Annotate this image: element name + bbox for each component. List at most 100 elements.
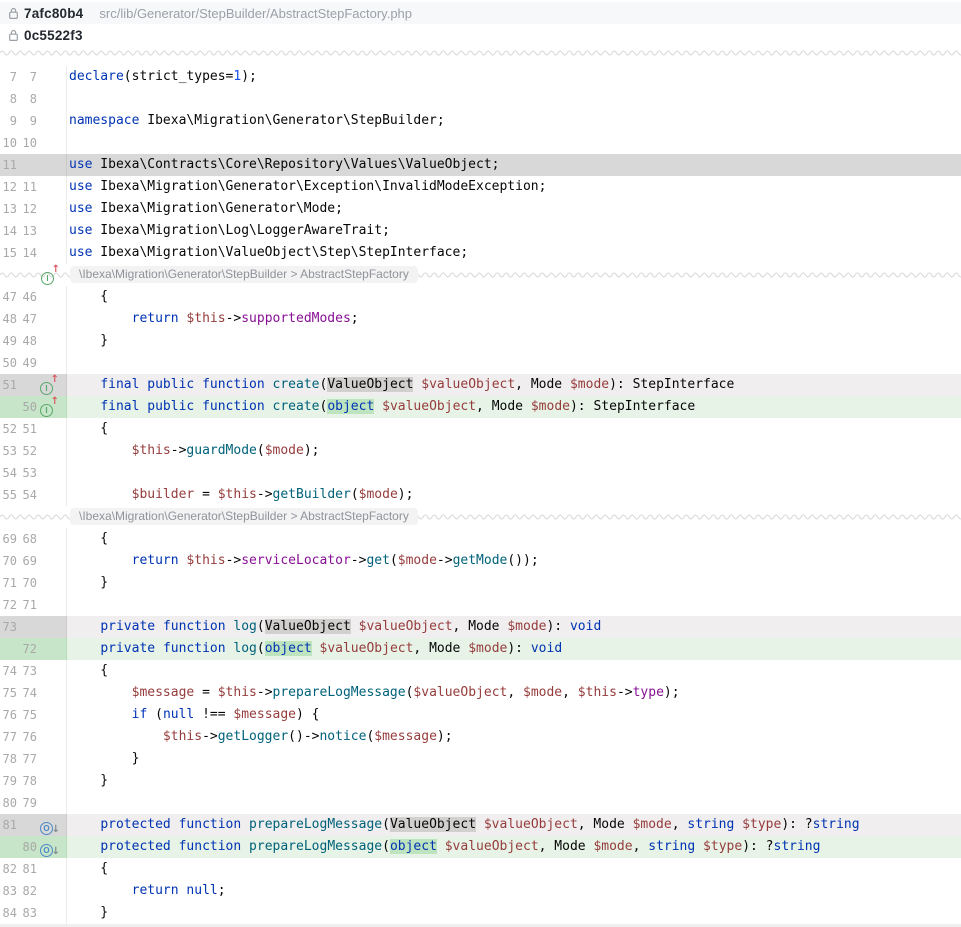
code-line[interactable] [67, 132, 961, 154]
implemented-method-icon[interactable]: I↑ [41, 268, 58, 282]
code-line[interactable]: use Ibexa\Contracts\Core\Repository\Valu… [67, 154, 961, 176]
overridden-method-icon[interactable]: O↓ [40, 840, 57, 854]
code-line[interactable]: { [67, 286, 961, 308]
code-token: return [132, 311, 179, 326]
line-number-old: 15 [0, 242, 17, 264]
code-line[interactable]: } [67, 902, 961, 924]
code-token: $valueObject [382, 399, 476, 414]
code-line[interactable]: { [67, 418, 961, 440]
code-token: prepareLogMessage [249, 817, 382, 832]
code-line[interactable]: $message = $this->prepareLogMessage($val… [67, 682, 961, 704]
code-line[interactable]: $this->getLogger()->notice($message); [67, 726, 961, 748]
code-line[interactable]: use Ibexa\Migration\Log\LoggerAwareTrait… [67, 220, 961, 242]
commit-row-new: 0c5522f3 [0, 24, 961, 46]
code-token: function [202, 377, 265, 392]
code-token [351, 619, 359, 634]
code-line[interactable]: } [67, 770, 961, 792]
code-line[interactable]: final public function create(ValueObject… [67, 374, 961, 396]
line-number-new: 76 [17, 726, 37, 748]
line-number-new [17, 814, 37, 836]
code-line[interactable]: use Ibexa\Migration\ValueObject\Step\Ste… [67, 242, 961, 264]
line-number-old: 70 [0, 550, 17, 572]
gutter: 8079 [0, 792, 67, 814]
code-line[interactable]: declare(strict_types=1); [67, 66, 961, 88]
code-line[interactable]: } [67, 330, 961, 352]
collapsed-region-label[interactable]: \Ibexa\Migration\Generator\StepBuilder >… [70, 266, 418, 283]
code-token [734, 817, 742, 832]
code-token: return [132, 883, 179, 898]
code-token: object [265, 641, 312, 656]
code-token: $mode [633, 817, 672, 832]
overridden-method-icon[interactable]: O↓ [40, 818, 57, 832]
code-line[interactable] [67, 88, 961, 110]
code-token: -> [257, 685, 273, 700]
code-line[interactable] [67, 594, 961, 616]
diff-row: 5453 [0, 462, 961, 484]
code-token: $mode [531, 399, 570, 414]
diff-row: 7271 [0, 594, 961, 616]
code-line[interactable]: return $this->supportedModes; [67, 308, 961, 330]
code-token: ; [351, 311, 359, 326]
diff-row: 5352 $this->guardMode($mode); [0, 440, 961, 462]
commit-row-old: 7afc80b4 src/lib/Generator/StepBuilder/A… [0, 2, 961, 24]
code-token [476, 817, 484, 832]
code-line[interactable] [67, 352, 961, 374]
code-line[interactable]: return $this->serviceLocator->get($mode-… [67, 550, 961, 572]
code-line[interactable]: use Ibexa\Migration\Generator\Mode; [67, 198, 961, 220]
line-number-new: 49 [17, 352, 37, 374]
code-line[interactable]: protected function prepareLogMessage(obj… [67, 836, 961, 858]
code-line[interactable]: if (null !== $message) { [67, 704, 961, 726]
gutter: 73 [0, 616, 67, 638]
code-token [265, 377, 273, 392]
code-line[interactable] [67, 792, 961, 814]
code-line[interactable]: private function log(object $valueObject… [67, 638, 961, 660]
code-token: ( [382, 817, 390, 832]
implemented-method-icon[interactable]: I↑ [40, 400, 57, 414]
code-token [155, 619, 163, 634]
line-number-new: 52 [17, 440, 37, 462]
code-token [312, 641, 320, 656]
line-number-old: 54 [0, 462, 17, 484]
code-line[interactable]: use Ibexa\Migration\Generator\Exception\… [67, 176, 961, 198]
gutter: 5554 [0, 484, 67, 506]
code-token: $this [163, 729, 202, 744]
code-line[interactable]: $this->guardMode($mode); [67, 440, 961, 462]
code-token: ( [147, 707, 163, 722]
line-number-old [0, 396, 17, 418]
code-token: , [562, 685, 578, 700]
code-line[interactable]: { [67, 528, 961, 550]
code-line[interactable]: } [67, 748, 961, 770]
code-line[interactable] [67, 462, 961, 484]
code-line[interactable]: final public function create(object $val… [67, 396, 961, 418]
collapsed-region-label[interactable]: \Ibexa\Migration\Generator\StepBuilder >… [70, 508, 418, 525]
code-token: ): [546, 619, 569, 634]
code-line[interactable]: protected function prepareLogMessage(Val… [67, 814, 961, 836]
line-number-old [0, 836, 17, 858]
line-number-new: 75 [17, 704, 37, 726]
code-token: $this [218, 487, 257, 502]
code-token [171, 817, 179, 832]
code-line[interactable]: namespace Ibexa\Migration\Generator\Step… [67, 110, 961, 132]
code-line[interactable]: return null; [67, 880, 961, 902]
line-number-old: 11 [0, 154, 17, 176]
line-number-old: 49 [0, 330, 17, 352]
code-token: use [69, 179, 92, 194]
code-token: ); [398, 487, 414, 502]
code-token: , Mode [578, 817, 633, 832]
implemented-method-icon[interactable]: I↑ [40, 378, 57, 392]
code-line[interactable]: { [67, 660, 961, 682]
code-token: protected [100, 839, 170, 854]
code-line[interactable]: private function log(ValueObject $valueO… [67, 616, 961, 638]
code-line[interactable]: } [67, 572, 961, 594]
code-token [69, 883, 132, 898]
code-token: -> [202, 729, 218, 744]
code-line[interactable]: { [67, 858, 961, 880]
code-line[interactable]: $builder = $this->getBuilder($mode); [67, 484, 961, 506]
diff-row: 72 private function log(object $valueObj… [0, 638, 961, 660]
code-token: $valueObject [413, 685, 507, 700]
code-token: ( [390, 553, 398, 568]
code-token: create [273, 377, 320, 392]
gutter-icon-slot: I↑ [37, 374, 66, 396]
diff-header: 7afc80b4 src/lib/Generator/StepBuilder/A… [0, 0, 961, 46]
code-token: Ibexa\Migration\Generator\StepBuilder; [139, 113, 444, 128]
